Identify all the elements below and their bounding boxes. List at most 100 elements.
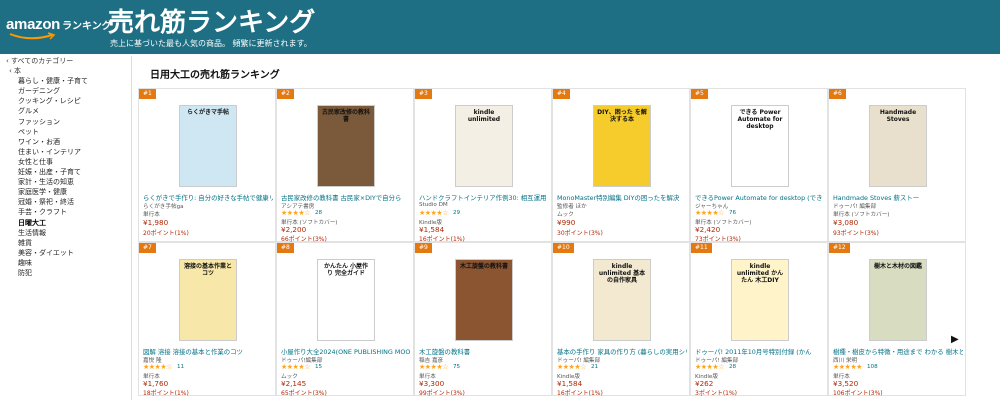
book-cover-image[interactable]: Handmade Stoves	[869, 105, 927, 187]
product-price: ¥990	[557, 218, 576, 227]
sidebar-item[interactable]: 家庭医学・健康	[6, 187, 131, 197]
product-title-link[interactable]: ドゥーパ! 2011年10月号特別付録 (かん	[695, 347, 825, 356]
sidebar-item[interactable]: 生活情報	[6, 228, 131, 238]
sidebar-item[interactable]: クッキング・レシピ	[6, 96, 131, 106]
book-cover-image[interactable]: 古民家改修の教科書	[317, 105, 375, 187]
cover-text: らくがきマ手帖	[186, 109, 229, 116]
review-count-link[interactable]: 21	[591, 364, 598, 370]
sidebar-item[interactable]: 冠婚・祭祀・終活	[6, 197, 131, 207]
book-cover-image[interactable]: 樹木と木材の図鑑	[869, 259, 927, 341]
product-title-link[interactable]: MonoMaster特別編集 DIYの困ったを解決	[557, 193, 687, 202]
sidebar-item[interactable]: 美容・ダイエット	[6, 248, 131, 258]
book-cover-image[interactable]: kindle unlimited かんたん 木工DIY	[731, 259, 789, 341]
sidebar-item-books[interactable]: ‹ 本	[6, 66, 131, 76]
product-card[interactable]: #1 らくがきマ手帖 らくがきで手作り: 自分の好きな手帖で健康リ らくがき手帖ga 単…	[138, 88, 276, 242]
product-title-link[interactable]: 小屋作り大全2024(ONE PUBLISHING MOO	[281, 347, 411, 356]
sidebar-item[interactable]: 雑貨	[6, 238, 131, 248]
cover-text: 木工旋盤の教科書	[459, 263, 508, 270]
review-count-link[interactable]: 28	[315, 210, 322, 216]
cover-text: 樹木と木材の図鑑	[873, 263, 922, 270]
sidebar-item[interactable]: ワイン・お酒	[6, 137, 131, 147]
product-card[interactable]: #8 かんたん 小屋作り 完全ガイド小屋作り大全2024(ONE PUBLISHI…	[276, 242, 414, 397]
book-cover-image[interactable]: 溶接の基本作業とコツ	[179, 259, 237, 341]
product-author: らくがき手帖ga	[143, 204, 184, 210]
product-author: 監修者 ほか	[557, 204, 587, 210]
sidebar-item[interactable]: 手芸・クラフト	[6, 207, 131, 217]
product-price: ¥3,520	[833, 379, 859, 388]
sidebar-item[interactable]: ファッション	[6, 117, 131, 127]
sidebar-item[interactable]: 妊娠・出産・子育て	[6, 167, 131, 177]
book-cover-image[interactable]: らくがきマ手帖	[179, 105, 237, 187]
review-count-link[interactable]: 76	[729, 210, 736, 216]
book-cover-image[interactable]: DIY、困った を解決する本	[593, 105, 651, 187]
sidebar-item[interactable]: 趣味	[6, 258, 131, 268]
header-banner: amazon ランキング 売れ筋ランキング 売上に基づいた最も人気の商品。 頻繁に…	[0, 0, 1000, 54]
star-rating-icon[interactable]: ★★★★☆	[419, 363, 448, 371]
product-title-link[interactable]: Handmade Stoves 薪ストー	[833, 193, 963, 202]
star-rating-icon[interactable]: ★★★★☆	[557, 363, 586, 371]
next-page-arrow-icon[interactable]: ▶	[951, 334, 959, 345]
sidebar-item[interactable]: ペット	[6, 127, 131, 137]
sidebar-item[interactable]: 家計・生活の知恵	[6, 177, 131, 187]
star-rating-icon[interactable]: ★★★★☆	[143, 363, 172, 371]
book-cover-image[interactable]: kindle unlimited	[455, 105, 513, 187]
book-cover-image[interactable]: 木工旋盤の教科書	[455, 259, 513, 341]
product-price: ¥3,080	[833, 218, 859, 227]
product-title-link[interactable]: 古民家改修の教科書 古民家×DIYで自分ら	[281, 193, 411, 202]
product-card[interactable]: #10 kindle unlimited 基本の自作家具基本の手作り 家具の作り方…	[552, 242, 690, 397]
product-card[interactable]: #3 kindle unlimited ハンドクラフトインテリア作例30: 相互運用…	[414, 88, 552, 243]
sidebar-item-selected[interactable]: 日曜大工	[6, 218, 131, 228]
product-card[interactable]: #4 DIY、困った を解決する本 MonoMaster特別編集 DIYの困ったを解…	[552, 88, 690, 242]
star-rating-icon[interactable]: ★★★★☆	[281, 209, 310, 217]
product-card[interactable]: #5 できる Power Automate for desktop できるPower…	[690, 88, 828, 243]
star-rating-icon[interactable]: ★★★★☆	[695, 209, 724, 217]
sidebar-item[interactable]: 住まい・インテリア	[6, 147, 131, 157]
product-price: ¥3,300	[419, 379, 445, 388]
sidebar-item[interactable]: グルメ	[6, 106, 131, 116]
rank-badge: #5	[691, 89, 708, 99]
star-rating-icon[interactable]: ★★★★☆	[695, 363, 724, 371]
cover-text: kindle unlimited かんたん 木工DIY	[736, 263, 784, 284]
rank-badge: #8	[277, 243, 294, 253]
product-points: 18ポイント(1%)	[143, 390, 189, 397]
rank-badge: #9	[415, 243, 432, 253]
cover-text: DIY、困った を解決する本	[597, 109, 647, 123]
review-count-link[interactable]: 29	[453, 210, 460, 216]
product-card[interactable]: #6 Handmade Stoves Handmade Stoves 薪ストー ドゥー…	[828, 88, 966, 242]
review-count-link[interactable]: 75	[453, 364, 460, 370]
product-card[interactable]: #9 木工旋盤の教科書 木工旋盤の教科書 稲吉 嘉彦 ★★★★☆ 75 単行本 ¥3,300 9…	[414, 242, 552, 397]
product-title-link[interactable]: できるPower Automate for desktop (でき	[695, 193, 825, 202]
product-title-link[interactable]: 樹種・樹皮から特徴・用途まで わかる 樹木と	[833, 347, 963, 356]
product-title-link[interactable]: らくがきで手作り: 自分の好きな手帖で健康リ	[143, 193, 273, 202]
sidebar-item[interactable]: 女性と仕事	[6, 157, 131, 167]
star-rating-icon[interactable]: ★★★★☆	[281, 363, 310, 371]
product-title-link[interactable]: 木工旋盤の教科書	[419, 347, 549, 356]
ranking-title: 日用大工の売れ筋ランキング	[150, 70, 280, 81]
product-card[interactable]: #7 溶接の基本作業とコツ 図解 溶接 溶接の基本と作業のコツ 嘉悦 隆 ★★★★☆ 11…	[138, 242, 276, 397]
amazon-logo[interactable]: amazon ランキング	[6, 14, 112, 40]
page-subtitle: 売上に基づいた最も人気の商品。 頻繁に更新されます。	[110, 39, 312, 48]
book-cover-image[interactable]: kindle unlimited 基本の自作家具	[593, 259, 651, 341]
sidebar-item[interactable]: 暮らし・健康・子育て	[6, 76, 131, 86]
product-title-link[interactable]: 図解 溶接 溶接の基本と作業のコツ	[143, 347, 273, 356]
star-rating-icon[interactable]: ★★★★★	[833, 363, 862, 371]
product-price: ¥1,760	[143, 379, 169, 388]
product-card[interactable]: #11 kindle unlimited かんたん 木工DIY ドゥーパ! 2011…	[690, 242, 828, 397]
sidebar-item[interactable]: 防犯	[6, 268, 131, 278]
sidebar-item[interactable]: ガーデニング	[6, 86, 131, 96]
book-cover-image[interactable]: かんたん 小屋作り 完全ガイド	[317, 259, 375, 341]
product-title-link[interactable]: 基本の手作り 家具の作り方 (暮らしの実用シリー	[557, 347, 687, 356]
review-count-link[interactable]: 11	[177, 364, 184, 370]
product-card[interactable]: #2 古民家改修の教科書 古民家改修の教科書 古民家×DIYで自分ら アシアテ書房 ★★…	[276, 88, 414, 243]
product-points: 106ポイント(3%)	[833, 390, 883, 397]
product-points: 99ポイント(3%)	[419, 390, 465, 397]
review-count-link[interactable]: 28	[729, 364, 736, 370]
product-title-link[interactable]: ハンドクラフトインテリア作例30: 相互運用	[419, 193, 549, 202]
product-card[interactable]: #12 樹木と木材の図鑑 樹種・樹皮から特徴・用途まで わかる 樹木と 西川 栄明 ★★…	[828, 242, 966, 397]
rank-badge: #10	[553, 243, 574, 253]
review-count-link[interactable]: 108	[867, 364, 878, 370]
review-count-link[interactable]: 15	[315, 364, 322, 370]
star-rating-icon[interactable]: ★★★★☆	[419, 209, 448, 217]
book-cover-image[interactable]: できる Power Automate for desktop	[731, 105, 789, 187]
sidebar-item-all-categories[interactable]: ‹ すべてのカテゴリー	[6, 56, 131, 66]
